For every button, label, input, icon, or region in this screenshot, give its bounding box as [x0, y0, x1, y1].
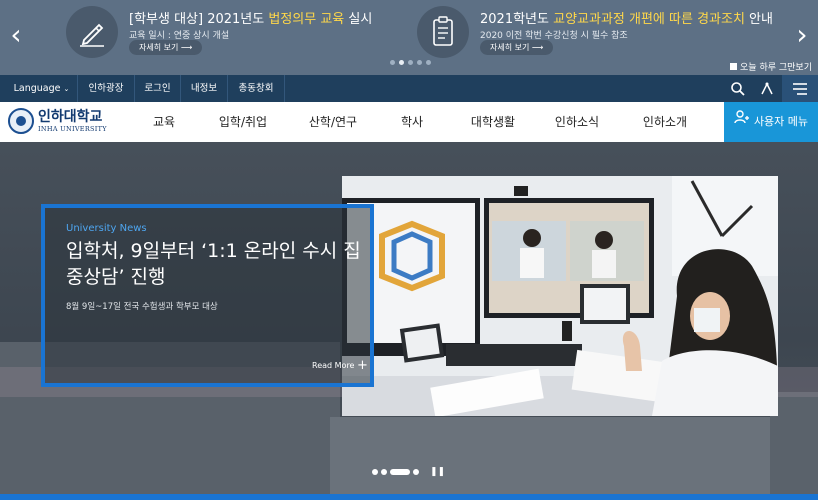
notice-title[interactable]: 2021학년도 교양교과과정 개편에 따른 경과조치 안내	[480, 8, 773, 27]
pagination-dot[interactable]	[390, 60, 395, 65]
next-notice-button[interactable]: ›	[790, 20, 814, 50]
news-label: University News	[66, 223, 147, 234]
notice-title[interactable]: [학부생 대상] 2021년도 법정의무 교육 실시	[129, 8, 372, 27]
hero-bottom-bar	[0, 494, 818, 500]
chevron-down-icon: ⌄	[63, 85, 70, 93]
nav-item-news[interactable]: 인하소식	[548, 102, 606, 142]
nav-item-academics[interactable]: 학사	[392, 102, 432, 142]
nav-item-admission[interactable]: 입학/취업	[210, 102, 276, 142]
pagination-dot[interactable]	[413, 469, 419, 475]
pagination-dot-active[interactable]	[390, 469, 410, 475]
nav-item-about[interactable]: 인하소개	[636, 102, 694, 142]
university-seal-icon	[8, 108, 34, 134]
hero-pagination: ❚❚	[372, 467, 445, 477]
campus-building	[330, 417, 770, 500]
main-nav: 인하대학교 INHA UNIVERSITY 교육 입학/취업 산학/연구 학사 …	[0, 102, 818, 142]
sitemap-icon[interactable]	[753, 75, 781, 102]
utility-nav: Language ⌄ 인하광장 로그인 내정보 총동창회	[0, 75, 818, 102]
nav-item-education[interactable]: 교육	[140, 102, 188, 142]
logo-name: 인하대학교	[38, 108, 103, 125]
checklist-icon	[417, 6, 469, 58]
pagination-dot[interactable]	[399, 60, 404, 65]
checkbox-icon[interactable]	[730, 63, 738, 70]
news-photo	[342, 176, 778, 416]
logo-sub: INHA UNIVERSITY	[38, 124, 107, 133]
menu-icon[interactable]	[782, 75, 818, 102]
user-menu-button[interactable]: 사용자 메뉴	[724, 102, 818, 142]
hero-banner: University News 입학처, 9일부터 ‘1:1 온라인 수시 집중…	[0, 142, 818, 500]
util-link-plaza[interactable]: 인하광장	[78, 75, 135, 102]
news-card[interactable]: University News 입학처, 9일부터 ‘1:1 온라인 수시 집중…	[41, 204, 374, 387]
pagination-dot[interactable]	[372, 469, 378, 475]
pagination-dot[interactable]	[417, 60, 422, 65]
notice-more-button[interactable]: 자세히 보기 ⟶	[129, 40, 203, 55]
notice-pagination	[390, 60, 431, 65]
language-dropdown[interactable]: Language ⌄	[6, 75, 78, 102]
inha-logo[interactable]: 인하대학교 INHA UNIVERSITY	[8, 108, 107, 134]
search-icon[interactable]	[724, 75, 752, 102]
user-plus-icon	[734, 102, 750, 142]
util-link-login[interactable]: 로그인	[135, 75, 181, 102]
nav-item-research[interactable]: 산학/연구	[302, 102, 364, 142]
pagination-dot[interactable]	[426, 60, 431, 65]
notice-banner: ‹ [학부생 대상] 2021년도 법정의무 교육 실시 교육 일시 : 연중 …	[0, 0, 818, 75]
pagination-dot[interactable]	[381, 469, 387, 475]
util-link-alumni[interactable]: 총동창회	[228, 75, 285, 102]
read-more-button[interactable]: Read More +	[312, 358, 368, 373]
notice-more-button[interactable]: 자세히 보기 ⟶	[480, 40, 554, 55]
today-close-checkbox[interactable]: 오늘 하루 그만보기	[730, 60, 812, 73]
pause-icon[interactable]: ❚❚	[430, 467, 445, 477]
pencil-icon	[66, 6, 118, 58]
nav-item-campus-life[interactable]: 대학생활	[462, 102, 524, 142]
util-link-myinfo[interactable]: 내정보	[181, 75, 228, 102]
news-subtitle: 8월 9일~17일 전국 수험생과 학부모 대상	[66, 302, 218, 312]
news-title[interactable]: 입학처, 9일부터 ‘1:1 온라인 수시 집중상담’ 진행	[66, 238, 366, 290]
prev-notice-button[interactable]: ‹	[4, 20, 28, 50]
pagination-dot[interactable]	[408, 60, 413, 65]
plus-icon: +	[357, 358, 368, 373]
